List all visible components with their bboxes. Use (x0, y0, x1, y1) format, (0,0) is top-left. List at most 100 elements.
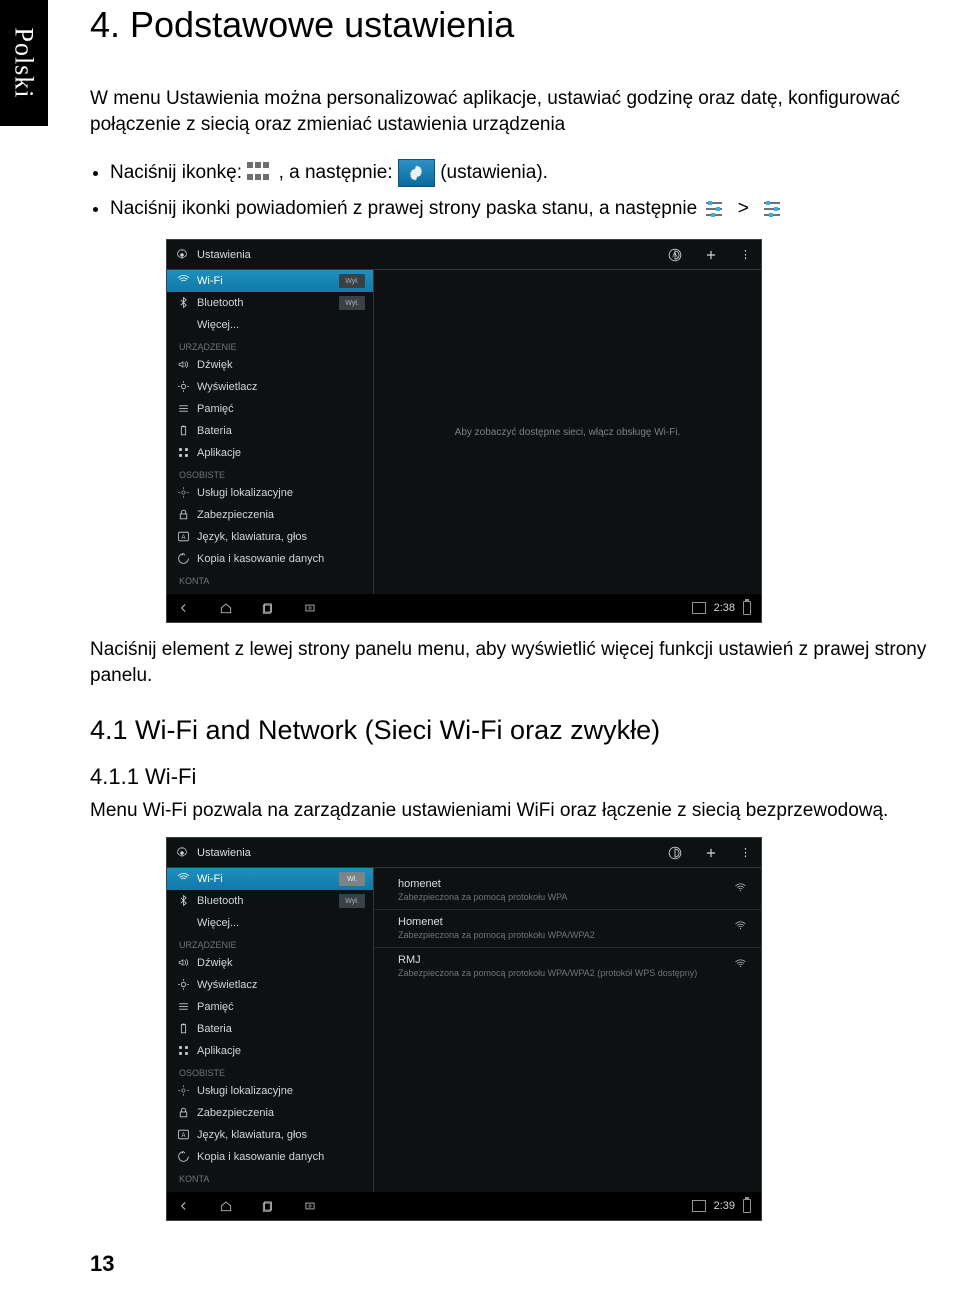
screenshot-icon[interactable] (303, 1199, 317, 1213)
wifi-network-row[interactable]: homenetZabezpieczona za pomocą protokołu… (374, 872, 761, 910)
sidebar-category-header: KONTA (167, 1168, 373, 1186)
quick-sliders-icon (760, 197, 784, 221)
recent-icon[interactable] (261, 601, 275, 615)
sidebar-item-więcej-[interactable]: Więcej... (167, 314, 373, 336)
gear-icon (175, 248, 189, 262)
sidebar-item-zabezpieczenia[interactable]: Zabezpieczenia (167, 504, 373, 526)
location-icon (177, 1084, 190, 1097)
wifi-signal-icon (734, 882, 747, 894)
sidebar-item-kopia-i-kasowanie-danych[interactable]: Kopia i kasowanie danych (167, 1146, 373, 1168)
sidebar-item-wi-fi[interactable]: Wi-FiWł. (167, 868, 373, 890)
wifi-network-row[interactable]: Homenet Zabezpieczona za pomocą protokołu… (374, 910, 761, 948)
sidebar-item-label: Bluetooth (197, 895, 243, 907)
back-icon[interactable] (177, 1199, 191, 1213)
sidebar-item-język-klawiatura-głos[interactable]: AJęzyk, klawiatura, głos (167, 1124, 373, 1146)
bullet-1-text-2: , a następnie: (279, 162, 393, 183)
page-number: 13 (90, 1251, 950, 1277)
sound-icon (177, 956, 190, 969)
sidebar-item-aplikacje[interactable]: Aplikacje (167, 442, 373, 464)
home-icon[interactable] (219, 601, 233, 615)
sidebar-item-pamięć[interactable]: Pamięć (167, 996, 373, 1018)
wifi-network-security: Zabezpieczona za pomocą protokołu WPA/WP… (398, 930, 721, 941)
bullet-2-text-1: Naciśnij ikonki powiadomień z prawej str… (110, 198, 697, 219)
subsubsection-heading: 4.1.1 Wi-Fi (90, 764, 950, 790)
overflow-icon[interactable]: ⋮ (718, 846, 753, 859)
sidebar-item-bluetooth[interactable]: Bluetooth Wył. (167, 890, 373, 912)
toggle-switch[interactable]: Wył. (339, 894, 365, 908)
sidebar-item-usługi-lokalizacyjne[interactable]: Usługi lokalizacyjne (167, 482, 373, 504)
sidebar-item-label: Kopia i kasowanie danych (197, 1151, 324, 1163)
sidebar-item-label: Pamięć (197, 1001, 234, 1013)
location-icon (177, 486, 190, 499)
sidebar-item-label: Aplikacje (197, 447, 241, 459)
plus-icon[interactable] (704, 248, 718, 262)
sidebar-item-wyświetlacz[interactable]: Wyświetlacz (167, 376, 373, 398)
sidebar-item-bluetooth[interactable]: Bluetooth Wył. (167, 292, 373, 314)
sidebar-item-label: Wyświetlacz (197, 979, 257, 991)
sound-icon (177, 358, 190, 371)
sidebar-item-label: Więcej... (197, 319, 239, 331)
sidebar-item-zabezpieczenia[interactable]: Zabezpieczenia (167, 1102, 373, 1124)
lock-icon (177, 508, 190, 521)
sidebar-item-label: Bateria (197, 425, 232, 437)
backup-icon (177, 1150, 190, 1163)
wifi-network-name: homenet (398, 878, 721, 890)
battery-icon (177, 1022, 190, 1035)
storage-icon (177, 1000, 190, 1013)
overflow-icon[interactable]: ⋮ (718, 248, 753, 261)
wifi-signal-icon (734, 958, 747, 970)
wifi-network-list: homenet Zabezpieczona za pomocą protokołu… (374, 868, 761, 1192)
wps-icon[interactable] (668, 248, 682, 262)
toggle-switch[interactable]: Wł. (339, 872, 365, 886)
plus-icon[interactable] (704, 846, 718, 860)
sidebar-item-więcej-[interactable]: Więcej... (167, 912, 373, 934)
after-screenshot-paragraph: Naciśnij element z lewej strony panelu m… (90, 637, 950, 688)
wifi-off-hint: Aby zobaczyć dostępne sieci, włącz obsłu… (455, 427, 681, 438)
screenshot-icon[interactable] (303, 601, 317, 615)
sidebar-item-język-klawiatura-głos[interactable]: AJęzyk, klawiatura, głos (167, 526, 373, 548)
wifi-icon (177, 872, 190, 885)
wifi-network-row[interactable]: RMJ Zabezpieczona za pomocą protokołu WPA… (374, 948, 761, 985)
sidebar-category-header: URZĄDZENIE (167, 934, 373, 952)
settings-tile-icon (398, 159, 435, 187)
wifi-network-security: Zabezpieczona za pomocą protokołu WPA/WP… (398, 968, 721, 979)
sidebar-item-bateria[interactable]: Bateria (167, 1018, 373, 1040)
sidebar-item-aplikacje[interactable]: Aplikacje (167, 1040, 373, 1062)
wps-icon[interactable] (668, 846, 682, 860)
display-icon (177, 978, 190, 991)
battery-icon (743, 1199, 751, 1213)
apps-icon (247, 162, 273, 184)
bullet-2: Naciśnij ikonki powiadomień z prawej str… (110, 191, 950, 227)
screenshot-title: Ustawienia (197, 847, 251, 859)
sidebar-item-kopia-i-kasowanie-danych[interactable]: Kopia i kasowanie danych (167, 548, 373, 570)
recent-icon[interactable] (261, 1199, 275, 1213)
sidebar-item-label: Bluetooth (197, 297, 243, 309)
wifi-network-name: RMJ (398, 954, 721, 966)
apps-small-icon (177, 1044, 190, 1057)
sidebar-item-dźwięk[interactable]: Dźwięk (167, 354, 373, 376)
home-icon[interactable] (219, 1199, 233, 1213)
section-heading: 4. Podstawowe ustawienia (90, 4, 950, 46)
back-icon[interactable] (177, 601, 191, 615)
picture-icon (692, 1200, 706, 1212)
svg-text:A: A (182, 536, 186, 542)
sidebar-item-bateria[interactable]: Bateria (167, 420, 373, 442)
bullet-1: Naciśnij ikonkę: , a następnie: (ustawie… (110, 155, 950, 191)
toggle-switch[interactable]: Wył. (339, 296, 365, 310)
toggle-switch[interactable]: Wył. (339, 274, 365, 288)
sidebar-item-wyświetlacz[interactable]: Wyświetlacz (167, 974, 373, 996)
sidebar-item-label: Zabezpieczenia (197, 1107, 274, 1119)
display-icon (177, 380, 190, 393)
wifi-network-name: Homenet (398, 916, 721, 928)
quick-sliders-icon (702, 197, 726, 221)
sidebar-item-label: Więcej... (197, 917, 239, 929)
backup-icon (177, 552, 190, 565)
sidebar-item-pamięć[interactable]: Pamięć (167, 398, 373, 420)
bluetooth-icon (177, 296, 190, 309)
sidebar-item-label: Język, klawiatura, głos (197, 1129, 307, 1141)
system-navbar: 2:39 (167, 1192, 761, 1220)
sidebar-item-label: Bateria (197, 1023, 232, 1035)
sidebar-item-wi-fi[interactable]: Wi-FiWył. (167, 270, 373, 292)
sidebar-item-usługi-lokalizacyjne[interactable]: Usługi lokalizacyjne (167, 1080, 373, 1102)
sidebar-item-dźwięk[interactable]: Dźwięk (167, 952, 373, 974)
